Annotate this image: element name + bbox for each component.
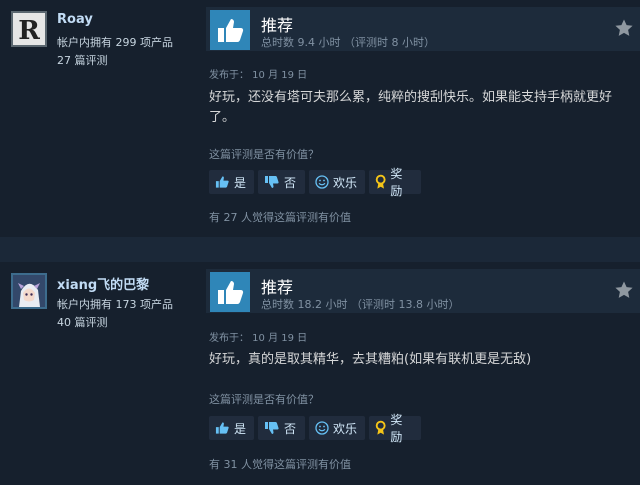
- reviewer-info: xiang飞的巴黎 帐户内拥有 173 项产品 40 篇评测: [0, 262, 198, 485]
- award-icon: [375, 420, 386, 435]
- review-card: xiang飞的巴黎 帐户内拥有 173 项产品 40 篇评测 推荐 总时数 18…: [0, 262, 640, 485]
- username[interactable]: xiang飞的巴黎: [57, 274, 149, 293]
- star-icon[interactable]: [614, 280, 634, 300]
- review-divider: [0, 237, 640, 262]
- playtime-hours: 总时数 9.4 小时 （评测时 8 小时）: [261, 36, 435, 49]
- posted-date: 发布于： 10 月 19 日: [209, 70, 308, 81]
- helpful-count: 有 27 人觉得这篇评测有价值: [209, 211, 351, 224]
- products-owned[interactable]: 帐户内拥有 173 项产品: [57, 296, 173, 312]
- review-body: 推荐 总时数 9.4 小时 （评测时 8 小时） 发布于： 10 月 19 日 …: [198, 0, 640, 237]
- review-count[interactable]: 40 篇评测: [57, 314, 108, 330]
- award-button[interactable]: 奖励: [369, 413, 421, 444]
- vote-funny-button[interactable]: 欢乐: [309, 170, 365, 194]
- recommendation-title[interactable]: 推荐: [261, 274, 293, 298]
- avatar[interactable]: [11, 273, 47, 309]
- vote-no-label: 否: [284, 421, 297, 436]
- avatar[interactable]: R: [11, 11, 47, 47]
- reviewer-info: R Roay 帐户内拥有 299 项产品 27 篇评测: [0, 0, 198, 237]
- vote-funny-label: 欢乐: [333, 421, 358, 436]
- vote-yes-button[interactable]: 是: [209, 170, 254, 194]
- vote-yes-label: 是: [233, 175, 246, 190]
- vote-yes-button[interactable]: 是: [209, 416, 254, 440]
- smiley-icon: [315, 421, 329, 435]
- thumbs-up-icon: [215, 422, 229, 434]
- helpful-question: 这篇评测是否有价值？: [209, 393, 319, 406]
- thumbs-up-icon: [215, 176, 229, 188]
- helpful-question: 这篇评测是否有价值？: [209, 148, 319, 161]
- posted-date: 发布于： 10 月 19 日: [209, 333, 308, 344]
- thumbs-down-icon: [265, 422, 279, 434]
- username[interactable]: Roay: [57, 12, 93, 27]
- helpful-count: 有 31 人觉得这篇评测有价值: [209, 458, 351, 471]
- vote-header: 推荐 总时数 9.4 小时 （评测时 8 小时）: [206, 7, 640, 51]
- award-button[interactable]: 奖励: [369, 167, 421, 198]
- star-icon[interactable]: [614, 18, 634, 38]
- thumbs-up-icon: [210, 10, 250, 50]
- award-label: 奖励: [390, 413, 403, 444]
- svg-text:R: R: [18, 16, 40, 45]
- products-owned[interactable]: 帐户内拥有 299 项产品: [57, 34, 173, 50]
- review-body: 推荐 总时数 18.2 小时 （评测时 13.8 小时） 发布于： 10 月 1…: [198, 262, 640, 485]
- thumbs-down-icon: [265, 176, 279, 188]
- recommendation-title[interactable]: 推荐: [261, 12, 293, 36]
- review-content: 好玩，真的是取其精华，去其糟粕(如果有联机更是无敌): [209, 352, 532, 367]
- smiley-icon: [315, 175, 329, 189]
- vote-no-button[interactable]: 否: [258, 170, 305, 194]
- vote-header: 推荐 总时数 18.2 小时 （评测时 13.8 小时）: [206, 269, 640, 313]
- vote-funny-label: 欢乐: [333, 175, 358, 190]
- thumbs-up-icon: [210, 272, 250, 312]
- vote-no-label: 否: [284, 175, 297, 190]
- review-count[interactable]: 27 篇评测: [57, 52, 108, 68]
- vote-funny-button[interactable]: 欢乐: [309, 416, 365, 440]
- review-content: 好玩，还没有塔可夫那么累，纯粹的搜刮快乐。如果能支持手柄就更好了。: [209, 90, 613, 125]
- award-label: 奖励: [390, 167, 403, 198]
- vote-no-button[interactable]: 否: [258, 416, 305, 440]
- award-icon: [375, 174, 386, 189]
- vote-yes-label: 是: [233, 421, 246, 436]
- playtime-hours: 总时数 18.2 小时 （评测时 13.8 小时）: [261, 298, 460, 311]
- review-card: R Roay 帐户内拥有 299 项产品 27 篇评测 推荐 总时数 9.4 小…: [0, 0, 640, 237]
- vote-buttons: 是 否 欢乐 奖励: [209, 167, 421, 198]
- vote-buttons: 是 否 欢乐 奖励: [209, 413, 421, 444]
